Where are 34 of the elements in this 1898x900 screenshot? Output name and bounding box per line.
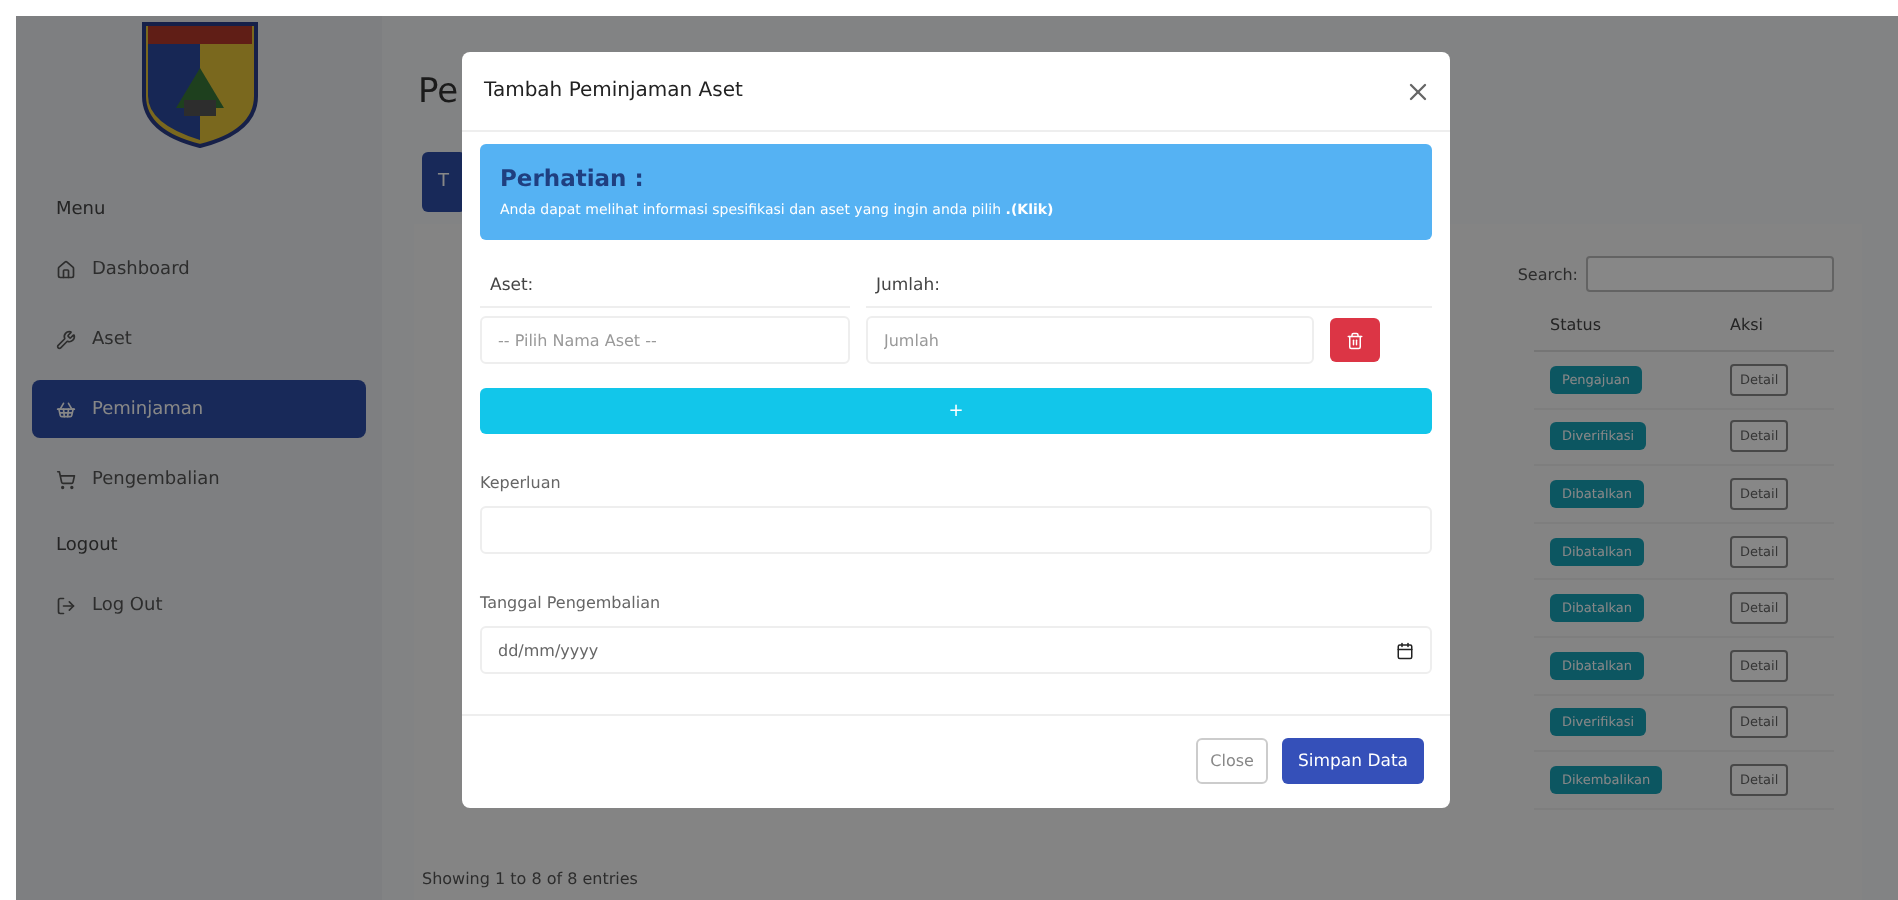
basket-icon: [56, 399, 76, 419]
column-header[interactable]: Status: [1534, 300, 1714, 352]
wrench-icon: [56, 329, 76, 349]
close-button[interactable]: Close: [1196, 738, 1268, 784]
add-button[interactable]: T: [422, 152, 465, 212]
shield-logo: [139, 20, 259, 148]
alert-heading: Perhatian :: [500, 164, 646, 192]
delete-button[interactable]: [1330, 318, 1380, 362]
trash-icon: [1346, 331, 1364, 349]
modal-title: Tambah Peminjaman Aset: [484, 80, 743, 102]
sidebar-item[interactable]: Pengembalian: [32, 450, 366, 508]
calendar-icon[interactable]: [1396, 641, 1414, 659]
entries-info: Showing 1 to 8 of 8 entries: [422, 870, 638, 888]
add-row-button[interactable]: +: [480, 388, 1432, 434]
search-label: Search:: [1517, 265, 1578, 283]
logout-icon: [56, 595, 76, 615]
field-label: Tanggal Pengembalian: [480, 594, 663, 612]
field-label: Jumlah:: [866, 264, 1432, 308]
field-label: Keperluan: [480, 474, 563, 492]
menu-heading: Menu: [54, 200, 108, 220]
cart-icon: [56, 469, 76, 489]
sidebar-item[interactable]: Aset: [32, 310, 366, 368]
field-label: Aset:: [480, 264, 850, 308]
asset-select[interactable]: -- Pilih Nama Aset --: [480, 316, 850, 364]
date-field[interactable]: dd/mm/yyyy: [480, 626, 1432, 674]
home-icon: [56, 259, 76, 279]
logout-heading: Logout: [54, 536, 120, 556]
sidebar-item[interactable]: Log Out: [32, 576, 366, 634]
page-title: Pe: [418, 72, 459, 112]
sidebar-item[interactable]: Peminjaman: [32, 380, 366, 438]
column-header[interactable]: Aksi: [1714, 300, 1834, 352]
search-field[interactable]: [1586, 256, 1834, 292]
save-button[interactable]: Simpan Data: [1281, 738, 1424, 784]
sidebar-item[interactable]: Dashboard: [32, 240, 366, 298]
